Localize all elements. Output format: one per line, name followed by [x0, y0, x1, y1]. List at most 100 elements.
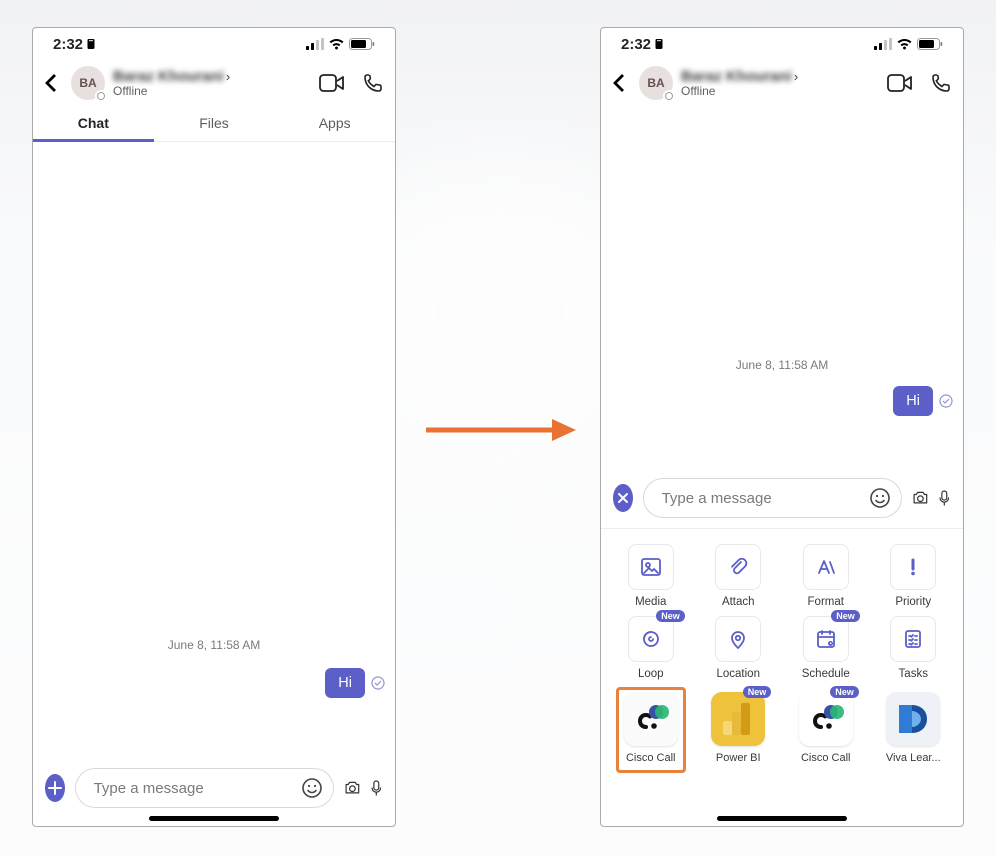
tile-label: Location: [717, 668, 760, 680]
compose-bar: [33, 768, 395, 808]
video-call-icon[interactable]: [319, 73, 345, 93]
read-receipt-icon: [371, 676, 385, 690]
header-title-block[interactable]: Baraz Khourani› Offline: [113, 68, 311, 99]
read-receipt-icon: [939, 394, 953, 408]
loop-icon: New: [628, 616, 674, 662]
camera-icon[interactable]: [344, 777, 361, 799]
app-label: Cisco Call: [801, 752, 851, 764]
tile-label: Tasks: [899, 668, 928, 680]
status-bar: 2:32: [601, 28, 963, 60]
viva-app-icon: [886, 692, 940, 746]
drawer-tile-schedule[interactable]: New Schedule: [788, 616, 864, 680]
signal-icon: [306, 38, 324, 50]
app-cisco-call[interactable]: Cisco Call: [613, 692, 689, 764]
drawer-tile-tasks[interactable]: Tasks: [876, 616, 952, 680]
sent-message[interactable]: Hi: [893, 386, 933, 416]
message-input[interactable]: [660, 489, 863, 508]
drawer-tile-grid: Media Attach Format Priority New Loop Lo…: [601, 529, 963, 686]
app-label: Cisco Call: [626, 752, 676, 764]
phone-screen-before: 2:32 BA Baraz Khourani› Offline Chat Fil…: [32, 27, 396, 827]
tile-label: Format: [808, 596, 844, 608]
phone-screen-after: 2:32 BA Baraz Khourani› Offline June 8, …: [600, 27, 964, 827]
chevron-right-icon: ›: [794, 69, 798, 84]
close-icon: [617, 492, 629, 504]
drawer-app-row: Cisco Call New Power BI New Cisco Call: [601, 686, 963, 788]
drawer-tile-priority[interactable]: Priority: [876, 544, 952, 608]
paperclip-icon: [715, 544, 761, 590]
tasks-icon: [890, 616, 936, 662]
message-input-wrap[interactable]: [75, 768, 334, 808]
drawer-tile-attach[interactable]: Attach: [701, 544, 777, 608]
chat-header: BA Baraz Khourani› Offline: [33, 60, 395, 104]
signal-icon: [874, 38, 892, 50]
avatar-initials: BA: [647, 76, 664, 90]
sent-message[interactable]: Hi: [325, 668, 365, 698]
close-drawer-button[interactable]: [613, 484, 633, 512]
drawer-tile-loop[interactable]: New Loop: [613, 616, 689, 680]
app-viva-lear-[interactable]: Viva Lear...: [876, 692, 952, 764]
chat-tabs: Chat Files Apps: [33, 104, 395, 142]
mic-icon[interactable]: [370, 776, 383, 800]
back-icon[interactable]: [609, 69, 631, 97]
back-icon[interactable]: [41, 69, 63, 97]
contact-name: Baraz Khourani: [113, 69, 224, 86]
drawer-tile-media[interactable]: Media: [613, 544, 689, 608]
message-input-wrap[interactable]: [643, 478, 902, 518]
presence-icon: [95, 90, 107, 102]
new-badge: New: [830, 686, 859, 698]
chat-body: June 8, 11:58 AM Hi: [601, 358, 963, 416]
tile-label: Loop: [638, 668, 664, 680]
app-label: Viva Lear...: [886, 752, 941, 764]
mic-icon[interactable]: [938, 486, 951, 510]
presence-text: Offline: [113, 85, 311, 98]
tile-label: Media: [635, 596, 666, 608]
status-time: 2:32: [621, 36, 651, 53]
header-title-block[interactable]: Baraz Khourani› Offline: [681, 68, 879, 99]
header-actions: [887, 73, 951, 93]
compose-bar: [601, 478, 963, 518]
plus-button[interactable]: [45, 774, 65, 802]
drawer-tile-format[interactable]: Format: [788, 544, 864, 608]
home-indicator: [149, 816, 279, 821]
message-input[interactable]: [92, 779, 295, 798]
contact-name: Baraz Khourani: [681, 69, 792, 86]
app-cisco-call[interactable]: New Cisco Call: [788, 692, 864, 764]
avatar[interactable]: BA: [71, 66, 105, 100]
battery-icon: [917, 38, 943, 50]
tile-label: Attach: [722, 596, 755, 608]
home-indicator: [717, 816, 847, 821]
chat-body: June 8, 11:58 AM Hi: [33, 638, 395, 698]
avatar-initials: BA: [79, 76, 96, 90]
app-power-bi[interactable]: New Power BI: [701, 692, 777, 764]
card-icon: [85, 38, 97, 50]
wifi-icon: [328, 38, 345, 50]
new-badge: New: [656, 610, 685, 622]
app-label: Power BI: [716, 752, 761, 764]
new-badge: New: [831, 610, 860, 622]
video-call-icon[interactable]: [887, 73, 913, 93]
priority-icon: [890, 544, 936, 590]
date-separator: June 8, 11:58 AM: [601, 358, 963, 372]
transition-arrow-icon: [424, 417, 579, 443]
image-icon: [628, 544, 674, 590]
battery-icon: [349, 38, 375, 50]
tile-label: Priority: [895, 596, 931, 608]
avatar[interactable]: BA: [639, 66, 673, 100]
presence-icon: [663, 90, 675, 102]
tab-chat[interactable]: Chat: [33, 104, 154, 141]
status-time: 2:32: [53, 36, 83, 53]
format-icon: [803, 544, 849, 590]
location-icon: [715, 616, 761, 662]
cisco-app-icon: New: [799, 692, 853, 746]
date-separator: June 8, 11:58 AM: [33, 638, 395, 652]
emoji-icon[interactable]: [869, 487, 891, 509]
tab-apps[interactable]: Apps: [274, 104, 395, 141]
camera-icon[interactable]: [912, 487, 929, 509]
tab-files[interactable]: Files: [154, 104, 275, 141]
audio-call-icon[interactable]: [931, 73, 951, 93]
drawer-tile-location[interactable]: Location: [701, 616, 777, 680]
wifi-icon: [896, 38, 913, 50]
card-icon: [653, 38, 665, 50]
audio-call-icon[interactable]: [363, 73, 383, 93]
emoji-icon[interactable]: [301, 777, 323, 799]
